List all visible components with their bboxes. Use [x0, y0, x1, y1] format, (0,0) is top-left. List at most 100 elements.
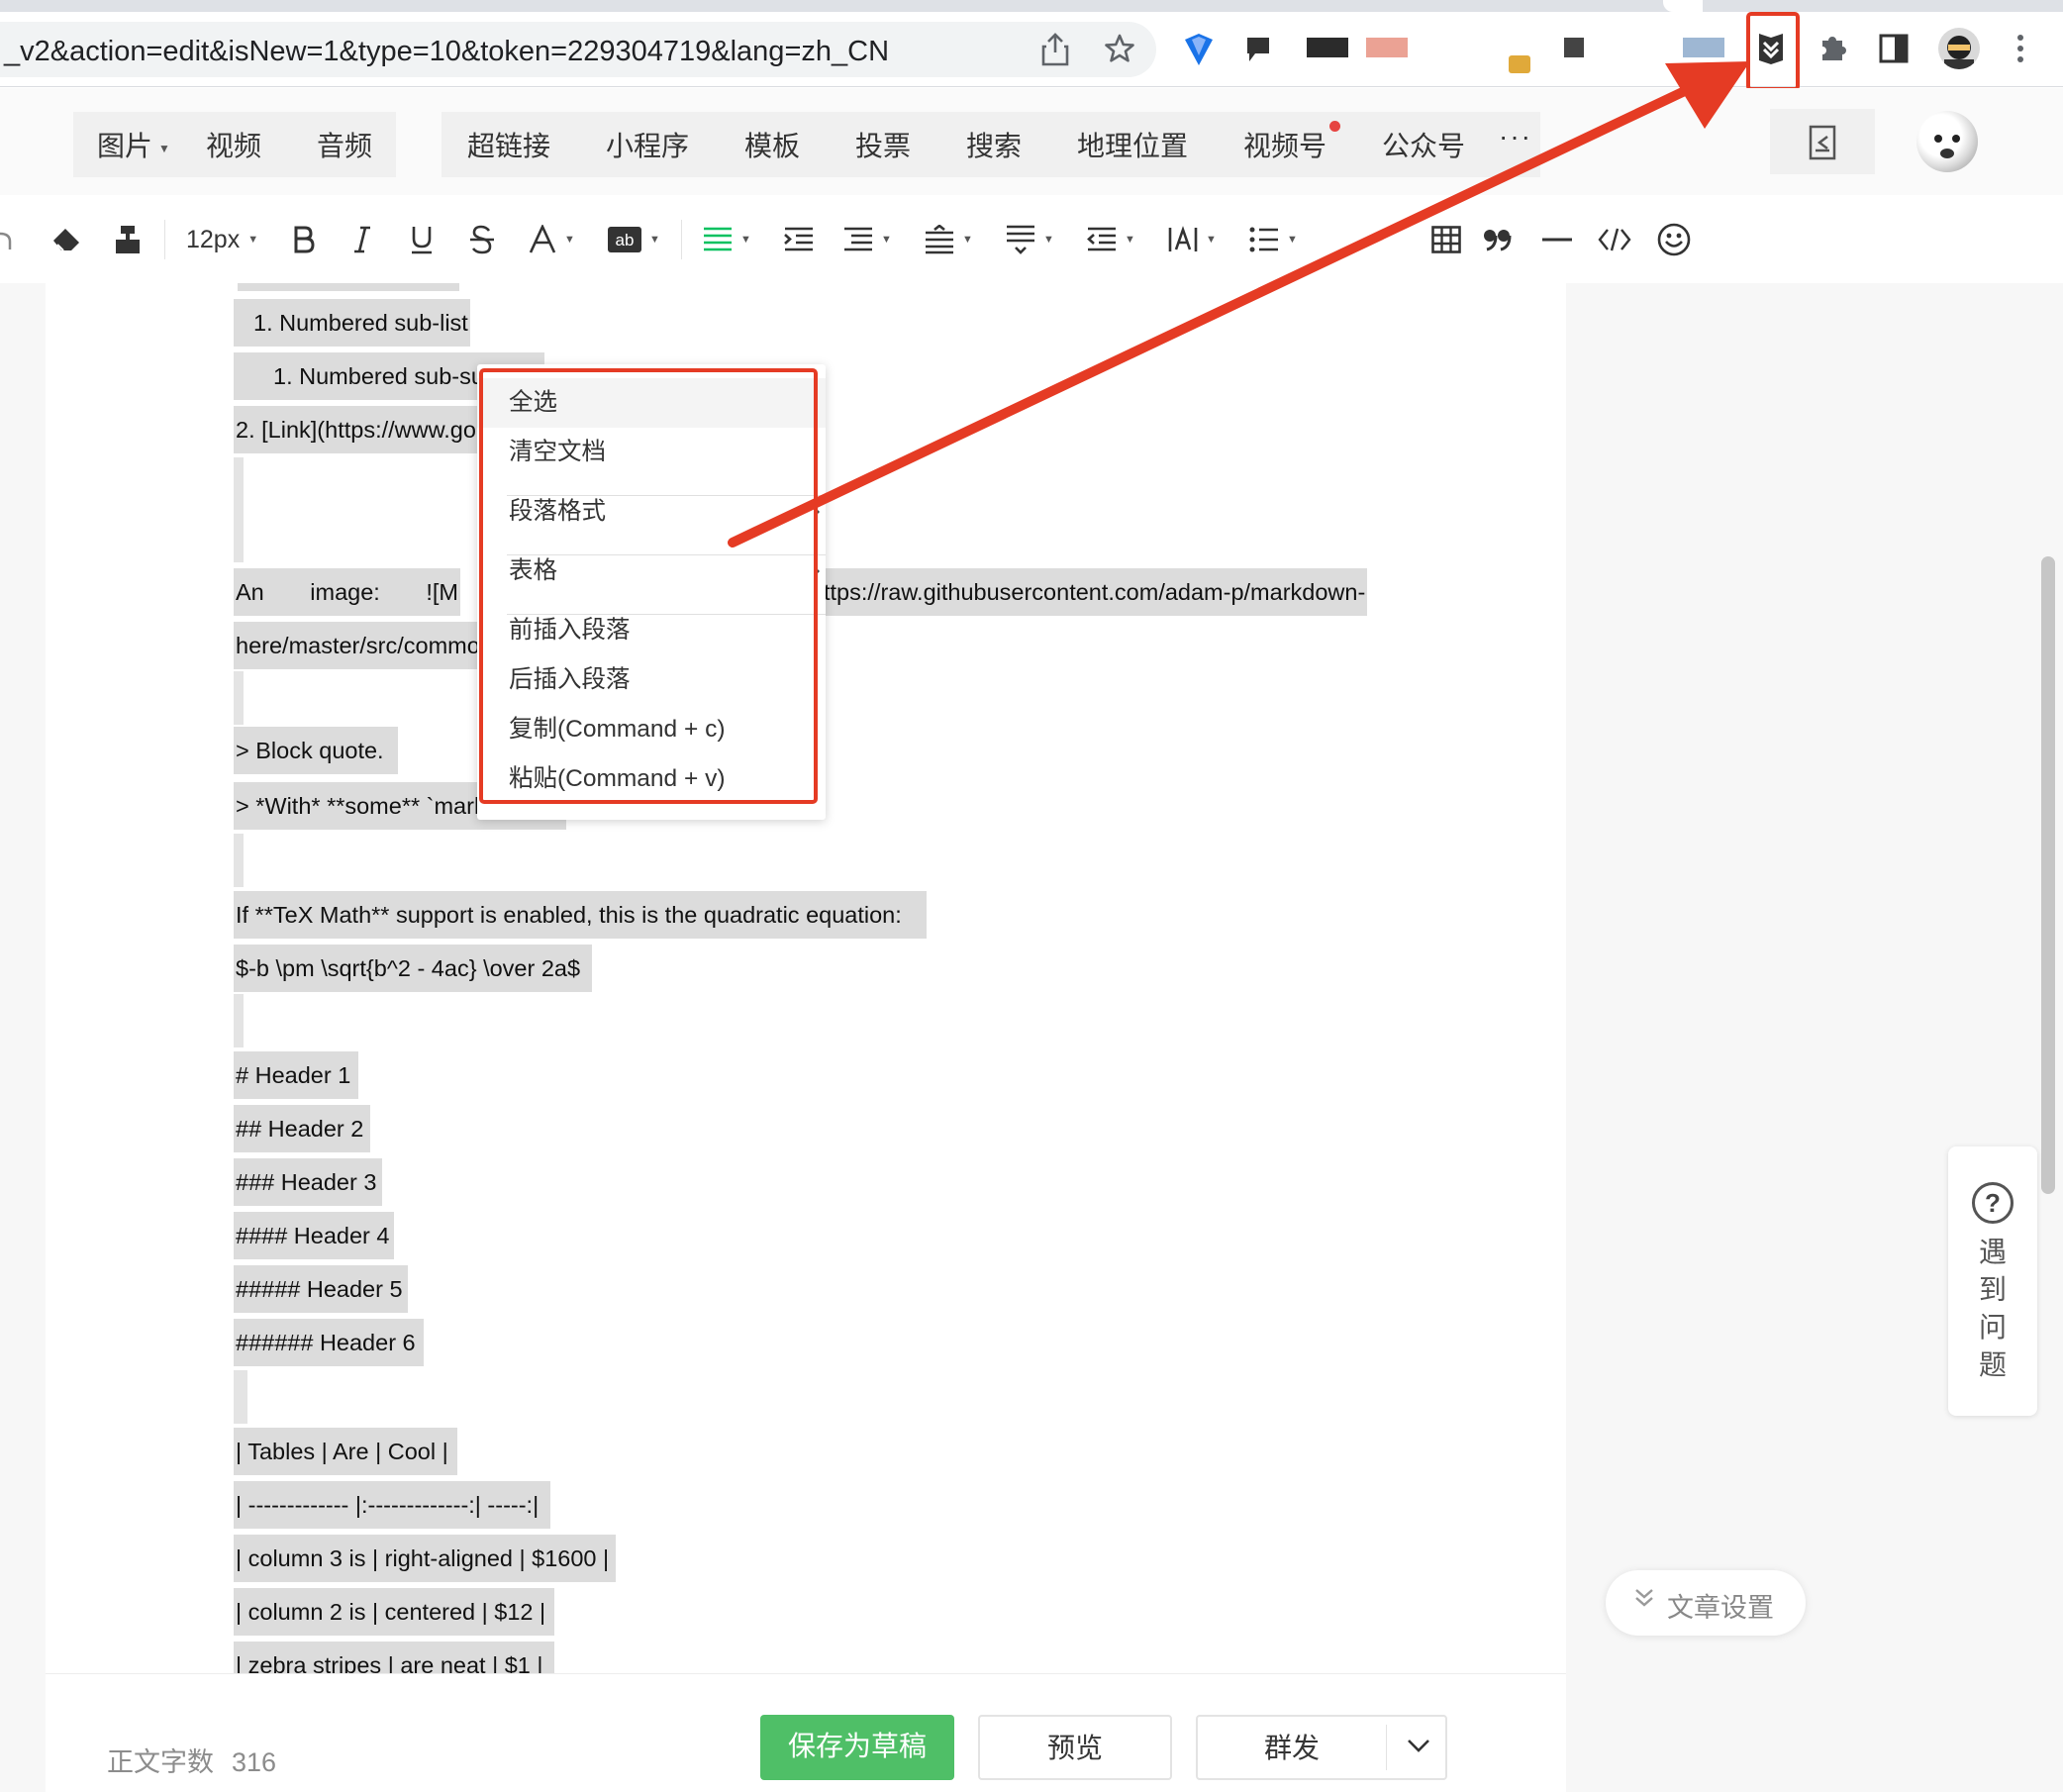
insert-miniprogram-button[interactable]: 小程序: [606, 125, 689, 164]
toolbar-divider: [164, 220, 165, 259]
address-bar[interactable]: _v2&action=edit&isNew=1&type=10&token=22…: [0, 22, 1156, 77]
browser-toolbar: _v2&action=edit&isNew=1&type=10&token=22…: [0, 0, 2063, 91]
preview-button[interactable]: 预览: [978, 1715, 1172, 1780]
editor-line[interactable]: # Header 1: [234, 1051, 358, 1099]
list-icon[interactable]: ▼: [1249, 220, 1298, 259]
editor-line[interactable]: > Block quote.: [234, 727, 398, 774]
editor-line[interactable]: ttps://raw.githubusercontent.com/adam-p/…: [822, 568, 1368, 616]
editor-empty-line[interactable]: [234, 509, 244, 562]
caret-down-icon: ▼: [962, 234, 973, 246]
editor-line[interactable]: An image: ![M: [234, 568, 460, 616]
insert-image-button[interactable]: 图片 ▼: [97, 125, 170, 164]
editor-line[interactable]: here/master/src/commo: [234, 622, 482, 669]
editor-line[interactable]: | zebra stripes | are neat | $1 |: [234, 1642, 554, 1673]
article-settings-label: 文章设置: [1667, 1593, 1774, 1623]
letter-spacing-icon[interactable]: ▼: [1168, 220, 1217, 259]
page-scrollbar[interactable]: [2041, 556, 2055, 1194]
insert-video-button[interactable]: 视频: [206, 125, 261, 164]
code-icon[interactable]: [1598, 220, 1631, 259]
eraser-icon[interactable]: [49, 220, 83, 259]
indent-icon[interactable]: [784, 220, 814, 259]
line-height-icon[interactable]: ▼: [925, 220, 973, 259]
editor-line[interactable]: | ------------- |:-------------:| -----:…: [234, 1481, 550, 1529]
insert-template-button[interactable]: 模板: [744, 125, 800, 164]
word-count: 正文字数 316: [107, 1741, 276, 1779]
paragraph-spacing-icon[interactable]: ▼: [1006, 220, 1054, 259]
table-icon[interactable]: [1431, 220, 1461, 259]
extension-highlight-box: [1746, 12, 1800, 91]
quote-icon[interactable]: [1483, 220, 1513, 259]
editor-empty-line[interactable]: [234, 834, 244, 887]
bold-icon[interactable]: [293, 220, 315, 259]
side-panel-icon[interactable]: [1879, 34, 1909, 63]
extension-square-icon[interactable]: [1564, 38, 1584, 57]
editor-line[interactable]: 1. Numbered sub-list: [234, 299, 470, 347]
editor-line[interactable]: 2. [Link](https://www.goo: [234, 406, 492, 453]
emoji-icon[interactable]: [1657, 220, 1691, 259]
font-color-icon[interactable]: ▼: [529, 220, 575, 259]
caret-down-icon: ▼: [1206, 234, 1217, 246]
italic-icon[interactable]: [352, 220, 372, 259]
editor-empty-line[interactable]: [234, 1370, 247, 1424]
caret-down-icon: ▼: [740, 234, 751, 246]
editor-line[interactable]: ## Header 2: [234, 1105, 370, 1152]
background-color-icon[interactable]: ab ▼: [608, 220, 660, 259]
editor-line[interactable]: ##### Header 5: [234, 1265, 408, 1313]
extension-yellow-icon[interactable]: [1509, 55, 1530, 73]
insert-vote-button[interactable]: 投票: [855, 125, 911, 164]
editor-line[interactable]: ### Header 3: [234, 1158, 382, 1206]
editor-line[interactable]: If **TeX Math** support is enabled, this…: [234, 891, 927, 939]
url-text: _v2&action=edit&isNew=1&type=10&token=22…: [4, 36, 890, 67]
strikethrough-icon[interactable]: [469, 220, 495, 259]
browser-menu-icon[interactable]: [2014, 32, 2027, 65]
toggle-panel-button[interactable]: [1770, 109, 1875, 174]
insert-channels-button[interactable]: 视频号: [1243, 125, 1326, 164]
question-icon: ?: [1972, 1182, 2014, 1224]
bookmark-star-icon[interactable]: [1103, 32, 1136, 65]
save-draft-button[interactable]: 保存为草稿: [760, 1715, 954, 1780]
more-insert-button[interactable]: ···: [1499, 121, 1532, 152]
caret-down-icon: ▼: [649, 234, 660, 246]
editor-empty-line[interactable]: [234, 994, 244, 1047]
account-avatar[interactable]: [1916, 111, 1978, 172]
svg-text:ab: ab: [616, 231, 635, 249]
extension-blue-icon[interactable]: [1683, 38, 1724, 57]
insert-hyperlink-button[interactable]: 超链接: [467, 125, 550, 164]
editor-line[interactable]: | Tables | Are | Cool |: [234, 1428, 457, 1475]
extension-flag-icon[interactable]: [1245, 36, 1271, 63]
extension-dark-icon[interactable]: [1307, 38, 1348, 57]
redo-icon[interactable]: [0, 220, 14, 259]
editor-empty-line[interactable]: [234, 457, 244, 509]
editor-line[interactable]: | column 3 is | right-aligned | $1600 |: [234, 1535, 616, 1582]
insert-audio-button[interactable]: 音频: [317, 125, 372, 164]
caret-down-icon: ▼: [1043, 234, 1054, 246]
extensions-puzzle-icon[interactable]: [1816, 32, 1849, 65]
help-panel[interactable]: ? 遇到问题: [1948, 1146, 2037, 1416]
insert-search-button[interactable]: 搜索: [966, 125, 1022, 164]
justify-icon[interactable]: ▼: [843, 220, 892, 259]
font-size-select[interactable]: 12px ▼: [186, 220, 258, 259]
help-label: 遇到问题: [1978, 1237, 2007, 1380]
extension-diamond-icon[interactable]: [1182, 32, 1216, 67]
editor-line[interactable]: $-b \pm \sqrt{b^2 - 4ac} \over 2a$: [234, 945, 592, 992]
article-settings-button[interactable]: 文章设置: [1606, 1570, 1806, 1636]
insert-location-button[interactable]: 地理位置: [1077, 125, 1188, 164]
editor-empty-line[interactable]: [234, 671, 244, 725]
insert-toolbar: [0, 88, 2063, 195]
word-count-label: 正文字数: [107, 1747, 214, 1777]
editor-line[interactable]: ###### Header 6: [234, 1319, 424, 1366]
editor-line[interactable]: | column 2 is | centered | $12 |: [234, 1588, 554, 1636]
format-painter-icon[interactable]: [113, 220, 143, 259]
insert-official-account-button[interactable]: 公众号: [1382, 125, 1465, 164]
mass-send-dropdown-icon[interactable]: [1404, 1731, 1433, 1760]
profile-avatar-icon[interactable]: [1938, 28, 1980, 69]
caret-down-icon: ▼: [247, 234, 259, 246]
word-count-value: 316: [232, 1747, 277, 1777]
editor-line[interactable]: #### Header 4: [234, 1212, 394, 1259]
align-left-icon[interactable]: ▼: [703, 220, 751, 259]
divider-line-icon[interactable]: [1542, 220, 1572, 259]
share-icon[interactable]: [1039, 32, 1071, 67]
extension-pink-icon[interactable]: [1366, 38, 1408, 57]
text-indent-icon[interactable]: ▼: [1087, 220, 1135, 259]
underline-icon[interactable]: [410, 220, 434, 259]
